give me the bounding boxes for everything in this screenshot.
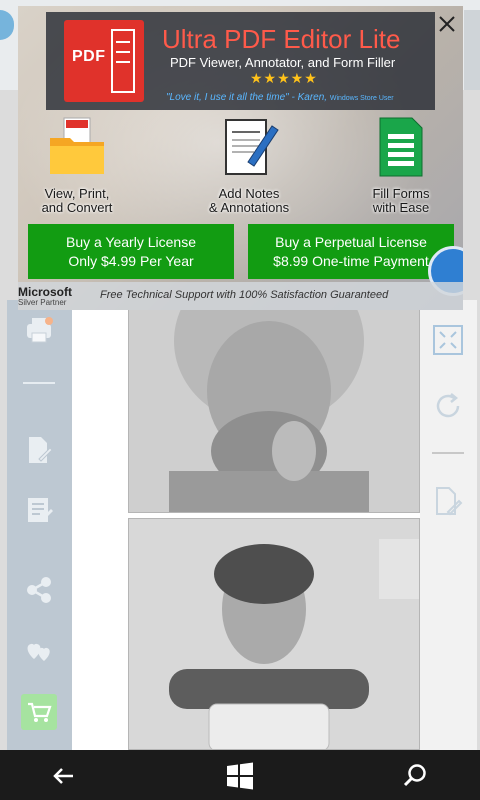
review-quote-source: Windows Store User — [329, 95, 394, 102]
edit-page-icon — [29, 437, 53, 463]
document-page — [128, 300, 420, 513]
print-button[interactable] — [21, 312, 57, 348]
notes-button[interactable] — [21, 492, 57, 528]
feature-forms-label: Fill Forms with Ease — [372, 186, 430, 215]
annotate-button[interactable] — [430, 484, 466, 520]
ad-subtitle: PDF Viewer, Annotator, and Form Filler — [170, 55, 396, 70]
favorites-button[interactable] — [21, 632, 57, 668]
print-icon — [27, 317, 53, 343]
rotate-button[interactable] — [430, 388, 466, 424]
right-toolbar — [420, 300, 477, 750]
feature-view-print: View, Print, and Convert — [38, 116, 116, 215]
document-pen-icon — [225, 119, 279, 175]
app-top-right-panel — [464, 10, 480, 90]
fit-screen-button[interactable] — [430, 322, 466, 358]
feature-view-print-label: View, Print, and Convert — [41, 186, 113, 215]
review-quote: "Love it, I use it all the time" - Karen… — [166, 92, 394, 103]
pen-icon — [111, 29, 135, 93]
microsoft-partner-logo: Microsoft Silver Partner — [18, 285, 78, 307]
search-button[interactable] — [400, 761, 430, 791]
notes-icon — [28, 498, 53, 522]
store-button[interactable] — [21, 694, 57, 730]
app-top-accent — [0, 10, 14, 40]
support-guarantee-text: Free Technical Support with 100% Satisfa… — [100, 289, 389, 301]
ad-title: Ultra PDF Editor Lite — [162, 24, 401, 54]
fit-screen-icon — [433, 325, 463, 355]
search-icon — [403, 764, 426, 787]
share-icon — [27, 577, 51, 603]
annotate-icon — [436, 487, 463, 516]
left-rail-divider — [23, 382, 55, 384]
share-button[interactable] — [21, 572, 57, 608]
portrait-photo — [129, 301, 419, 512]
document-page — [128, 518, 420, 750]
buy-yearly-line2: Only $4.99 Per Year — [68, 252, 194, 269]
buy-perpetual-line1: Buy a Perpetual License — [275, 233, 427, 250]
ad-footer: Microsoft Silver Partner Free Technical … — [18, 282, 463, 310]
app-logo: PDF — [64, 20, 144, 102]
feature-notes: Add Notes & Annotations — [204, 116, 294, 215]
review-quote-text: "Love it, I use it all the time" - Karen… — [166, 92, 328, 103]
edit-page-button[interactable] — [21, 432, 57, 468]
form-sheet-icon — [379, 117, 423, 177]
back-button[interactable] — [48, 761, 78, 791]
buy-yearly-line1: Buy a Yearly License — [66, 233, 196, 250]
partner-name: Microsoft — [18, 285, 72, 299]
feature-notes-label: Add Notes & Annotations — [208, 186, 290, 215]
close-ad-button[interactable] — [433, 10, 461, 38]
close-icon — [439, 16, 455, 32]
back-arrow-icon — [53, 768, 73, 784]
ad-header: PDF Ultra PDF Editor Lite PDF Viewer, An… — [46, 12, 435, 110]
rotate-icon — [436, 393, 460, 418]
cart-icon — [28, 702, 52, 722]
feature-forms: Fill Forms with Ease — [366, 116, 436, 215]
portrait-photo — [129, 519, 419, 749]
start-button[interactable] — [225, 761, 255, 791]
partner-level: Silver Partner — [18, 298, 67, 307]
right-rail-divider — [432, 452, 464, 454]
left-toolbar — [7, 300, 72, 750]
hearts-icon — [27, 643, 50, 661]
ad-banner[interactable]: PDF Ultra PDF Editor Lite PDF Viewer, An… — [18, 6, 463, 310]
buy-perpetual-button[interactable]: Buy a Perpetual License $8.99 One-time P… — [248, 224, 454, 279]
folder-pdf-icon — [50, 117, 104, 174]
document-viewer[interactable] — [72, 300, 420, 750]
app-screen: PDF Ultra PDF Editor Lite PDF Viewer, An… — [0, 0, 480, 800]
rating-stars: ★★★★★ — [250, 70, 318, 86]
system-nav-bar — [0, 750, 480, 800]
windows-icon — [227, 762, 253, 790]
buy-perpetual-line2: $8.99 One-time Payment — [273, 252, 429, 269]
buy-yearly-button[interactable]: Buy a Yearly License Only $4.99 Per Year — [28, 224, 234, 279]
